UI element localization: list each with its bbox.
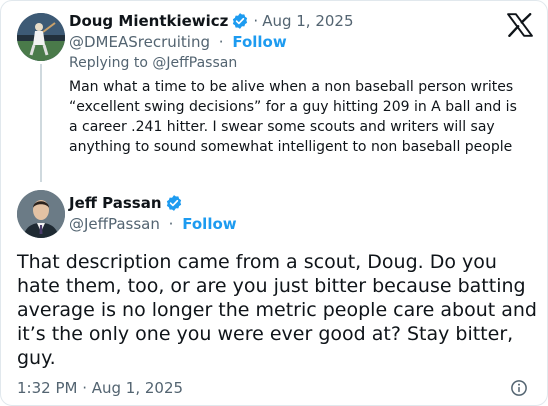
author-name[interactable]: Jeff Passan [69,193,162,213]
avatar[interactable] [17,190,65,238]
tweet-timestamp[interactable]: 1:32 PM · Aug 1, 2025 [17,378,183,398]
verified-badge-icon [166,195,181,211]
tweet-date[interactable]: Aug 1, 2025 [262,11,353,31]
replying-to-label[interactable]: Replying to @JeffPassan [69,53,525,73]
avatar[interactable] [17,13,65,61]
separator-dot: · [168,215,174,233]
reply-text: Man what a time to be alive when a non b… [69,79,517,155]
thread-connector-line [40,64,42,182]
info-icon[interactable] [510,379,528,397]
embedded-tweet-card: Doug Mientkiewicz · Aug 1, 2025 @DMEASre… [0,0,548,406]
avatar-image [17,190,65,238]
tweet-text: That description came from a scout, Doug… [17,251,537,369]
avatar-image [17,13,65,61]
main-tweet-header: Jeff Passan @JeffPassan · Follow [69,193,237,234]
verified-badge-icon [233,13,248,29]
follow-button[interactable]: Follow [232,33,286,51]
author-name[interactable]: Doug Mientkiewicz [69,11,228,31]
author-handle[interactable]: @DMEASrecruiting [69,33,210,51]
follow-button[interactable]: Follow [182,215,236,233]
separator-dot: · [253,12,259,30]
separator-dot: · [218,33,224,51]
author-handle[interactable]: @JeffPassan [69,215,160,233]
